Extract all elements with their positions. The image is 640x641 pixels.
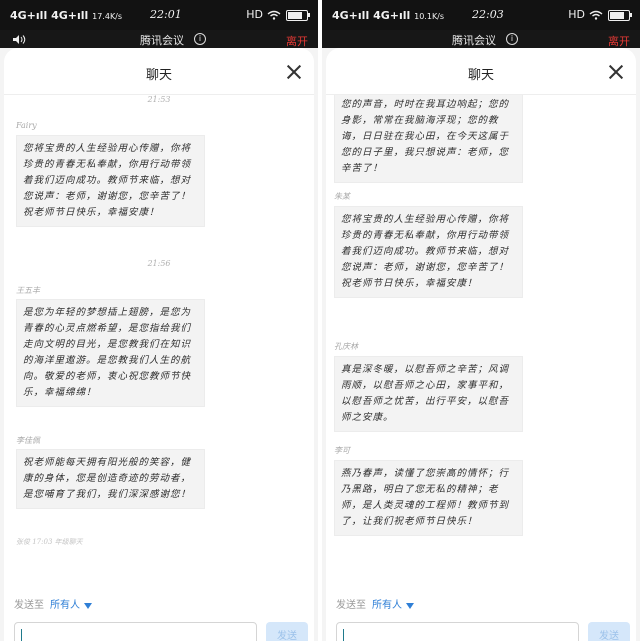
recipient-selector[interactable]: 所有人 [372,600,402,611]
battery-level [288,11,303,19]
text-cursor [21,629,22,641]
faded-text: 张俊 17:03 年级聊天 [16,538,83,546]
close-icon[interactable] [608,64,624,80]
caret-down-icon[interactable] [406,602,414,609]
message-bubble: 燕乃春声，读懂了您崇高的情怀；行乃黑路，明白了您无私的精神；老师，是人类灵魂的工… [334,460,523,536]
sender-name: 李佳佩 [16,436,40,445]
send-button[interactable]: 发送 [266,622,308,641]
time-stamp: 21:53 [147,95,171,104]
send-to: 发送至 所有人 [14,596,92,611]
message-bubble: 您将宝贵的人生经验用心传赠，你将珍贵的青春无私奉献，你用行动带领着我们迈向成功。… [16,135,205,227]
sender-name: 王五丰 [16,286,40,295]
close-icon[interactable] [286,64,302,80]
clock: 22:03 [472,8,504,21]
sender-name: 朱某 [334,192,350,201]
text-cursor [343,629,344,641]
recipient-selector[interactable]: 所有人 [50,600,80,611]
chat-title: 聊天 [467,68,494,83]
info-icon[interactable]: i [506,33,518,45]
chat-footer: 发送至 所有人 发送 [4,592,314,641]
leave-button[interactable]: 离开 [286,33,308,49]
sender-name: 孔庆林 [334,342,358,351]
info-icon[interactable]: i [194,33,206,45]
chat-panel-right: 4G+ıll 4G+ıll 10.1K/s 22:03 HD 腾讯会议 i 离开… [322,0,640,641]
sender-name: 李可 [334,446,350,455]
meeting-title: 腾讯会议 [452,34,496,47]
message-bubble: 祝老师能每天拥有阳光般的笑容，健康的身体，您是创造奇迹的劳动者，是您哺育了我们，… [16,449,205,509]
battery-icon [608,9,630,21]
message-input[interactable] [336,622,579,641]
message-bubble: 您将宝贵的人生经验用心传赠，你将珍贵的青春无私奉献，你用行动带领着我们迈向成功。… [334,206,523,298]
message-input[interactable] [14,622,257,641]
status-bar: 4G+ıll 4G+ıll 17.4K/s 22:01 HD [0,0,318,30]
message-list[interactable]: 您的声音，时时在我耳边响起；您的身影，常常在我脑海浮现；您的教诲，日日驻在我心田… [326,95,636,592]
wifi-icon [267,10,280,20]
chat-panel-left: 4G+ıll 4G+ıll 17.4K/s 22:01 HD 腾讯会议 i 离开… [0,0,318,641]
message-list[interactable]: 21:53 Fairy 您将宝贵的人生经验用心传赠，你将珍贵的青春无私奉献，你用… [4,95,314,592]
leave-button[interactable]: 离开 [608,33,630,49]
battery-level [610,11,625,19]
meeting-bar: 腾讯会议 i 离开 [322,30,640,48]
send-to: 发送至 所有人 [336,596,414,611]
clock: 22:01 [150,8,182,21]
meeting-bar: 腾讯会议 i 离开 [0,30,318,48]
sender-name: Fairy [16,121,37,130]
caret-down-icon[interactable] [84,602,92,609]
status-icons: HD [246,8,310,21]
chat-sheet: 聊天 您的声音，时时在我耳边响起；您的身影，常常在我脑海浮现；您的教诲，日日驻在… [326,48,636,641]
meeting-title: 腾讯会议 [140,34,184,47]
speaker-icon[interactable] [12,34,26,45]
chat-footer: 发送至 所有人 发送 [326,592,636,641]
signal-indicator: 4G+ıll 4G+ıll 17.4K/s [10,9,123,22]
battery-icon [286,9,308,21]
status-icons: HD [568,8,632,21]
wifi-icon [589,10,602,20]
message-bubble: 您的声音，时时在我耳边响起；您的身影，常常在我脑海浮现；您的教诲，日日驻在我心田… [334,95,523,183]
send-button[interactable]: 发送 [588,622,630,641]
chat-title: 聊天 [145,68,172,83]
signal-indicator: 4G+ıll 4G+ıll 10.1K/s [332,9,445,22]
time-stamp: 21:56 [147,259,171,268]
chat-sheet: 聊天 21:53 Fairy 您将宝贵的人生经验用心传赠，你将珍贵的青春无私奉献… [4,48,314,641]
message-bubble: 真是深冬暖，以慰吾师之辛苦；风调雨顺，以慰吾师之心田，家事平和，以慰吾师之忧苦，… [334,356,523,432]
status-bar: 4G+ıll 4G+ıll 10.1K/s 22:03 HD [322,0,640,30]
message-bubble: 是您为年轻的梦想插上翅膀，是您为青春的心灵点燃希望，是您指给我们走向文明的目光，… [16,299,205,407]
